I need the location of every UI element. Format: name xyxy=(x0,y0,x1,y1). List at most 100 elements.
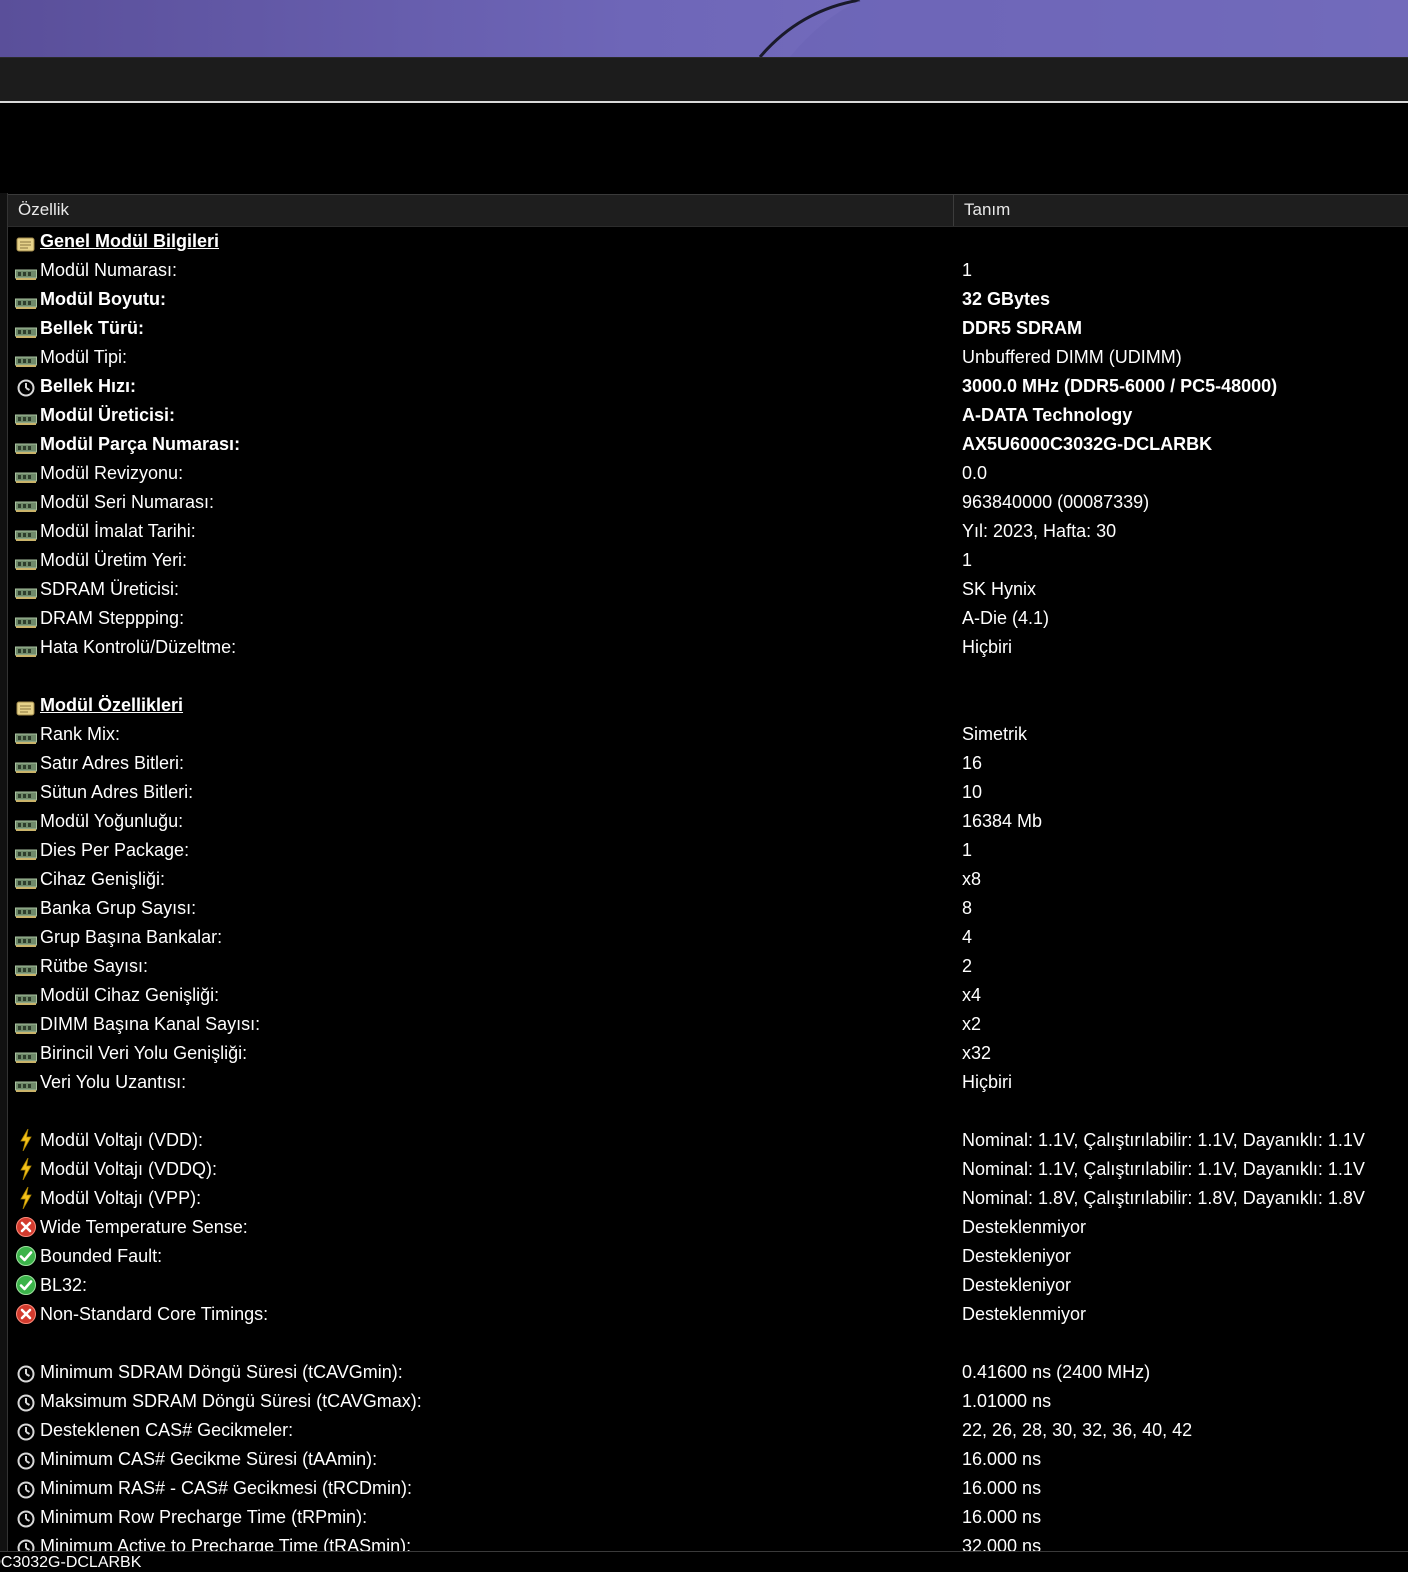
list-item[interactable]: Grup Başına Bankalar: 4 xyxy=(8,923,1408,952)
list-item[interactable]: Modül Üreticisi: A-DATA Technology xyxy=(8,401,1408,430)
property-value: Desteklenmiyor xyxy=(962,1304,1087,1324)
list-item[interactable]: Bellek Türü: DDR5 SDRAM xyxy=(8,314,1408,343)
property-list[interactable]: Özellik Tanım Genel Modül Bilgileri Modül… xyxy=(8,194,1408,1552)
splitter-handle[interactable] xyxy=(0,499,5,541)
clock-icon xyxy=(15,377,37,397)
toolbar xyxy=(0,57,1408,102)
property-value: Destekleniyor xyxy=(962,1275,1072,1295)
ram-stick-icon xyxy=(15,959,37,976)
property-value: A-Die (4.1) xyxy=(962,608,1050,628)
property-value: 16 xyxy=(962,753,983,773)
column-separator[interactable] xyxy=(953,195,954,226)
property-label: Modül Numarası: xyxy=(40,260,178,280)
list-item[interactable]: Veri Yolu Uzantısı: Hiçbiri xyxy=(8,1068,1408,1097)
list-item[interactable]: Dies Per Package: 1 xyxy=(8,836,1408,865)
property-value: 4 xyxy=(962,927,973,947)
property-value: 1 xyxy=(962,260,973,280)
list-item[interactable]: Minimum Row Precharge Time (tRPmin): 16.0… xyxy=(8,1503,1408,1532)
section-header-row[interactable]: Genel Modül Bilgileri xyxy=(8,227,1408,256)
property-label: Modül Boyutu: xyxy=(40,289,166,309)
property-value: 1.01000 ns xyxy=(962,1391,1052,1411)
list-item[interactable]: Modül Numarası: 1 xyxy=(8,256,1408,285)
list-item[interactable]: SDRAM Üreticisi: SK Hynix xyxy=(8,575,1408,604)
list-item[interactable]: BL32: Destekleniyor xyxy=(8,1271,1408,1300)
list-item[interactable]: Minimum RAS# - CAS# Gecikmesi (tRCDmin):… xyxy=(8,1474,1408,1503)
property-value: Simetrik xyxy=(962,724,1028,744)
list-item[interactable]: Modül Voltajı (VPP): Nominal: 1.8V, Çalış… xyxy=(8,1184,1408,1213)
property-value: Yıl: 2023, Hafta: 30 xyxy=(962,521,1117,541)
list-item[interactable]: Modül Yoğunluğu: 16384 Mb xyxy=(8,807,1408,836)
list-item[interactable]: Modül Seri Numarası: 963840000 (00087339) xyxy=(8,488,1408,517)
module-info-icon xyxy=(15,233,37,252)
ram-stick-icon xyxy=(15,495,37,512)
property-label: Satır Adres Bitleri: xyxy=(40,753,185,773)
list-item[interactable]: Hata Kontrolü/Düzeltme: Hiçbiri xyxy=(8,633,1408,662)
list-item[interactable]: Non-Standard Core Timings: Desteklenmiyor xyxy=(8,1300,1408,1329)
ram-stick-icon xyxy=(15,785,37,802)
tree-pane-edge[interactable] xyxy=(0,193,8,1551)
property-value: 16384 Mb xyxy=(962,811,1043,831)
spacer-row xyxy=(8,662,1408,691)
clock-icon xyxy=(15,1537,37,1552)
property-label: Modül Tipi: xyxy=(40,347,128,367)
column-header-description[interactable]: Tanım xyxy=(964,200,1010,220)
list-item[interactable]: Maksimum SDRAM Döngü Süresi (tCAVGmax): 1… xyxy=(8,1387,1408,1416)
list-item[interactable]: Satır Adres Bitleri: 16 xyxy=(8,749,1408,778)
ram-stick-icon xyxy=(15,930,37,947)
list-item[interactable]: Cihaz Genişliği: x8 xyxy=(8,865,1408,894)
ram-stick-icon xyxy=(15,1046,37,1063)
ram-stick-icon xyxy=(15,814,37,831)
property-label: Minimum Active to Precharge Time (tRASmi… xyxy=(40,1536,412,1552)
red-x-icon xyxy=(15,1216,37,1237)
list-item[interactable]: Wide Temperature Sense: Desteklenmiyor xyxy=(8,1213,1408,1242)
wallpaper-curve xyxy=(758,0,1408,57)
property-value: 1 xyxy=(962,550,973,570)
list-item[interactable]: Minimum SDRAM Döngü Süresi (tCAVGmin): 0.… xyxy=(8,1358,1408,1387)
property-label: Wide Temperature Sense: xyxy=(40,1217,248,1237)
property-label: Modül Özellikleri xyxy=(40,695,184,715)
list-item[interactable]: Birincil Veri Yolu Genişliği: x32 xyxy=(8,1039,1408,1068)
list-item[interactable]: Minimum CAS# Gecikme Süresi (tAAmin): 16.… xyxy=(8,1445,1408,1474)
lightning-icon xyxy=(15,1186,37,1210)
property-label: BL32: xyxy=(40,1275,88,1295)
status-bar: 0C3032G-DCLARBK xyxy=(0,1551,1408,1571)
list-item[interactable]: Modül Üretim Yeri: 1 xyxy=(8,546,1408,575)
ram-stick-icon xyxy=(15,872,37,889)
list-item[interactable]: DRAM Steppping: A-Die (4.1) xyxy=(8,604,1408,633)
list-item[interactable]: Rütbe Sayısı: 2 xyxy=(8,952,1408,981)
green-check-icon xyxy=(15,1274,37,1295)
list-item[interactable]: Sütun Adres Bitleri: 10 xyxy=(8,778,1408,807)
ram-stick-icon xyxy=(15,437,37,454)
list-item[interactable]: Bounded Fault: Destekleniyor xyxy=(8,1242,1408,1271)
list-item[interactable]: Modül Voltajı (VDD): Nominal: 1.1V, Çalış… xyxy=(8,1126,1408,1155)
list-item[interactable]: Modül Parça Numarası: AX5U6000C3032G-DCLA… xyxy=(8,430,1408,459)
list-item[interactable]: Modül Boyutu: 32 GBytes xyxy=(8,285,1408,314)
ram-stick-icon xyxy=(15,756,37,773)
list-item[interactable]: Desteklenen CAS# Gecikmeler: 22, 26, 28, … xyxy=(8,1416,1408,1445)
list-item[interactable]: Minimum Active to Precharge Time (tRASmi… xyxy=(8,1532,1408,1552)
property-label: Modül Voltajı (VPP): xyxy=(40,1188,202,1208)
clock-icon xyxy=(15,1363,37,1383)
list-item[interactable]: Modül Cihaz Genişliği: x4 xyxy=(8,981,1408,1010)
property-value: 22, 26, 28, 30, 32, 36, 40, 42 xyxy=(962,1420,1193,1440)
list-item[interactable]: Modül Voltajı (VDDQ): Nominal: 1.1V, Çalı… xyxy=(8,1155,1408,1184)
property-label: Genel Modül Bilgileri xyxy=(40,231,220,251)
property-label: Sütun Adres Bitleri: xyxy=(40,782,194,802)
ram-stick-icon xyxy=(15,321,37,338)
clock-icon xyxy=(15,1392,37,1412)
property-label: Banka Grup Sayısı: xyxy=(40,898,197,918)
list-item[interactable]: Modül Revizyonu: 0.0 xyxy=(8,459,1408,488)
property-label: Dies Per Package: xyxy=(40,840,190,860)
list-item[interactable]: Modül İmalat Tarihi: Yıl: 2023, Hafta: 30 xyxy=(8,517,1408,546)
column-header-property[interactable]: Özellik xyxy=(18,200,69,220)
list-item[interactable]: Modül Tipi: Unbuffered DIMM (UDIMM) xyxy=(8,343,1408,372)
list-item[interactable]: Rank Mix: Simetrik xyxy=(8,720,1408,749)
list-item[interactable]: Banka Grup Sayısı: 8 xyxy=(8,894,1408,923)
list-item[interactable]: Bellek Hızı: 3000.0 MHz (DDR5-6000 / PC5-… xyxy=(8,372,1408,401)
property-value: x2 xyxy=(962,1014,982,1034)
empty-panel xyxy=(0,103,1408,193)
property-value: AX5U6000C3032G-DCLARBK xyxy=(962,434,1213,454)
section-header-row[interactable]: Modül Özellikleri xyxy=(8,691,1408,720)
ram-stick-icon xyxy=(15,263,37,280)
list-item[interactable]: DIMM Başına Kanal Sayısı: x2 xyxy=(8,1010,1408,1039)
